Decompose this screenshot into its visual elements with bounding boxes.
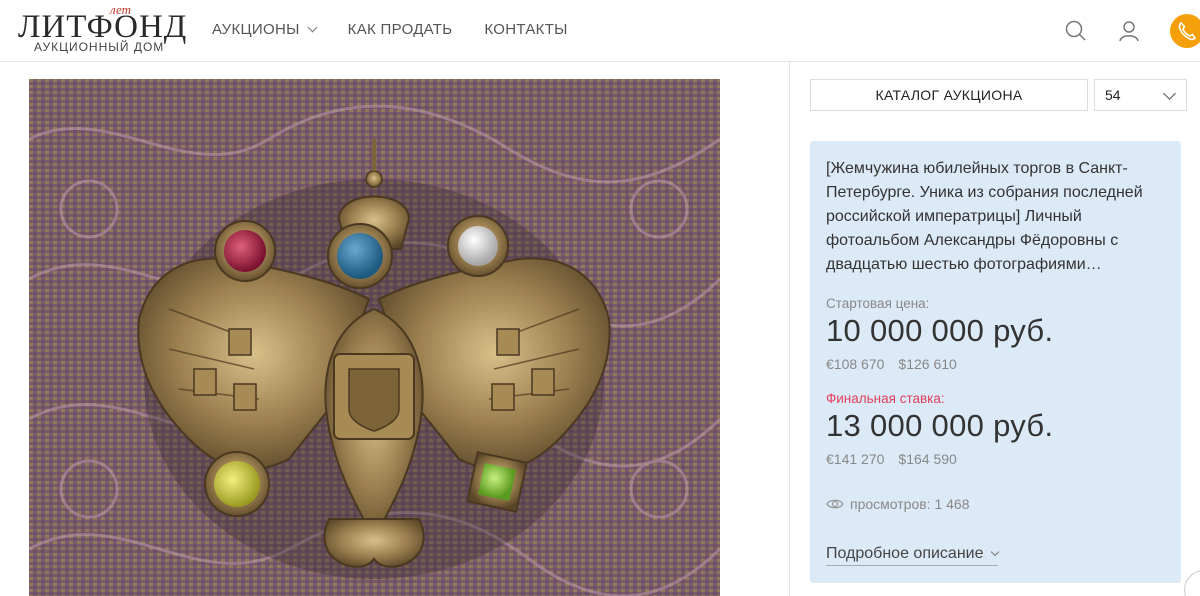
start-price-eur: €108 670 [826,356,885,372]
logo-wordmark: ЛИТФОНД [18,9,188,45]
nav-item-contacts[interactable]: КОНТАКТЫ [484,21,567,38]
lot-title: [Жемчужина юбилейных торгов в Санкт-Пете… [826,160,1143,273]
views-counter: просмотров: 1 468 [826,496,1165,512]
phone-icon [1178,22,1196,41]
nav-item-label: АУКЦИОНЫ [212,21,300,38]
chevron-down-icon [1163,87,1176,100]
lot-image[interactable] [29,79,720,596]
nav-item-label: КОНТАКТЫ [484,21,568,38]
logo-years: лет [110,2,131,17]
final-bid-eur: €141 270 [826,451,885,467]
site-header: ЛИТФОНД лет АУКЦИОННЫЙ ДОМ АУКЦИОНЫ КАК … [0,0,1200,62]
main-nav: АУКЦИОНЫ КАК ПРОДАТЬ КОНТАКТЫ [212,21,568,38]
lot-number-select[interactable]: 54 [1094,79,1187,111]
final-bid-price: 13 000 000 руб. [826,408,1054,443]
user-icon[interactable] [1117,19,1141,43]
nav-item-label: КАК ПРОДАТЬ [347,21,453,38]
chevron-down-icon [307,22,318,33]
phone-button[interactable] [1170,14,1200,48]
final-bid-conversions: €141 270 $164 590 [826,451,1165,467]
details-link-label: Подробное описание [826,545,984,562]
final-bid-label: Финальная ставка: [826,391,945,406]
logo-subtitle: АУКЦИОННЫЙ ДОМ [34,40,165,54]
start-price-label: Стартовая цена: [826,296,930,311]
logo[interactable]: ЛИТФОНД лет АУКЦИОННЫЙ ДОМ [18,2,188,56]
start-price-conversions: €108 670 $126 610 [826,356,1165,372]
final-bid-usd: $164 590 [898,451,957,467]
nav-item-how-to-sell[interactable]: КАК ПРОДАТЬ [348,21,453,38]
search-icon[interactable] [1064,19,1088,43]
start-price: 10 000 000 руб. [826,313,1054,348]
detailed-description-link[interactable]: Подробное описание [826,545,999,566]
divider [789,62,790,596]
nav-item-auctions[interactable]: АУКЦИОНЫ [212,21,318,38]
chevron-down-icon [990,547,999,557]
auction-catalog-button[interactable]: КАТАЛОГ АУКЦИОНА [810,79,1088,111]
lot-info-card: [Жемчужина юбилейных торгов в Санкт-Пете… [810,141,1181,583]
scroll-up-button[interactable] [1184,570,1200,596]
eye-icon [826,499,844,509]
lot-number-value: 54 [1105,87,1121,103]
start-price-usd: $126 610 [898,356,957,372]
views-count: просмотров: 1 468 [850,496,970,512]
